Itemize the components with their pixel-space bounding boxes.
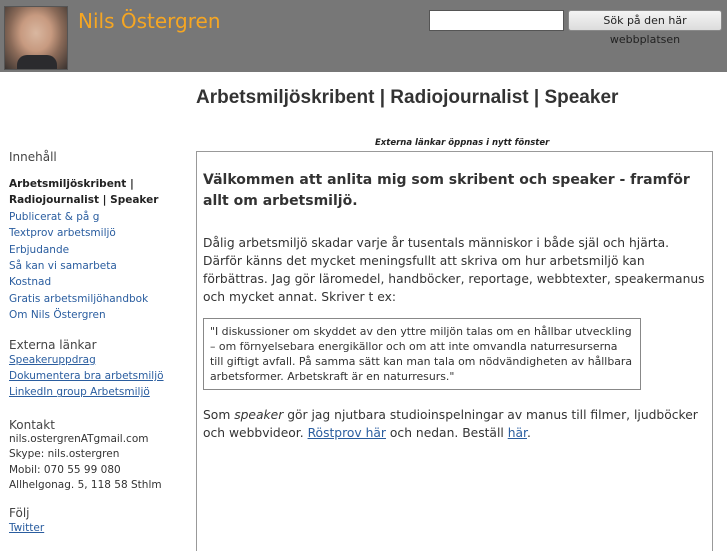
search-input[interactable] [429, 10, 564, 31]
order-link[interactable]: här [508, 426, 527, 440]
nav-item-kostnad[interactable]: Kostnad [9, 276, 51, 288]
speaker-text-end: . [526, 426, 531, 440]
page-headline: Arbetsmiljöskribent | Radiojournalist | … [196, 87, 619, 108]
contact-mobile: Mobil: 070 55 99 080 [9, 463, 121, 476]
quote-box: "I diskussioner om skyddet av den yttre … [203, 318, 641, 390]
nav-item-textprov[interactable]: Textprov arbetsmiljö [9, 227, 116, 239]
sidebar: Innehåll Arbetsmiljöskribent | Radiojour… [9, 150, 189, 536]
nav-item-samarbeta[interactable]: Så kan vi samarbeta [9, 260, 117, 272]
nav-item-publicerat[interactable]: Publicerat & på g [9, 211, 99, 223]
speaker-text-mid2: och nedan. Beställ [386, 426, 508, 440]
welcome-heading: Välkommen att anlita mig som skribent oc… [203, 172, 690, 209]
contents-heading: Innehåll [9, 150, 57, 164]
voice-sample-link[interactable]: Röstprov här [308, 426, 386, 440]
link-speakeruppdrag[interactable]: Speakeruppdrag [9, 354, 96, 366]
link-twitter[interactable]: Twitter [9, 522, 44, 534]
nav-item-erbjudande[interactable]: Erbjudande [9, 244, 69, 256]
site-title[interactable]: Nils Östergren [78, 9, 221, 33]
site-header: Nils Östergren Sök på den här webbplatse… [0, 0, 727, 72]
contact-address: Allhelgonag. 5, 118 58 Sthlm [9, 479, 162, 492]
contact-heading: Kontakt [9, 417, 55, 432]
profile-photo [4, 6, 68, 70]
external-links-list: Speakeruppdrag Dokumentera bra arbetsmil… [9, 352, 189, 401]
nav-item-om[interactable]: Om Nils Östergren [9, 309, 106, 321]
contact-skype: Skype: nils.ostergren [9, 448, 120, 461]
link-linkedin-group[interactable]: LinkedIn group Arbetsmiljö [9, 386, 150, 398]
speaker-emphasis: speaker [234, 408, 284, 422]
main-content: Välkommen att anlita mig som skribent oc… [196, 151, 713, 551]
link-dokumentera[interactable]: Dokumentera bra arbetsmiljö [9, 370, 164, 382]
follow-list: Twitter [9, 520, 189, 536]
speaker-paragraph: Som speaker gör jag njutbara studioinspe… [203, 406, 706, 442]
nav-current-item[interactable]: Arbetsmiljöskribent | Radiojournalist | … [9, 176, 189, 209]
contact-email: nils.ostergrenATgmail.com [9, 432, 149, 445]
external-links-notice: Externa länkar öppnas i nytt fönster [375, 138, 550, 148]
follow-heading: Följ [9, 505, 30, 520]
search-button[interactable]: Sök på den här webbplatsen [568, 10, 722, 46]
external-links-heading: Externa länkar [9, 337, 97, 352]
nav-item-handbok[interactable]: Gratis arbetsmiljöhandbok [9, 293, 148, 305]
contents-nav: Arbetsmiljöskribent | Radiojournalist | … [9, 176, 189, 324]
speaker-text-start: Som [203, 408, 235, 422]
intro-paragraph: Dålig arbetsmiljö skadar varje år tusent… [203, 236, 705, 304]
